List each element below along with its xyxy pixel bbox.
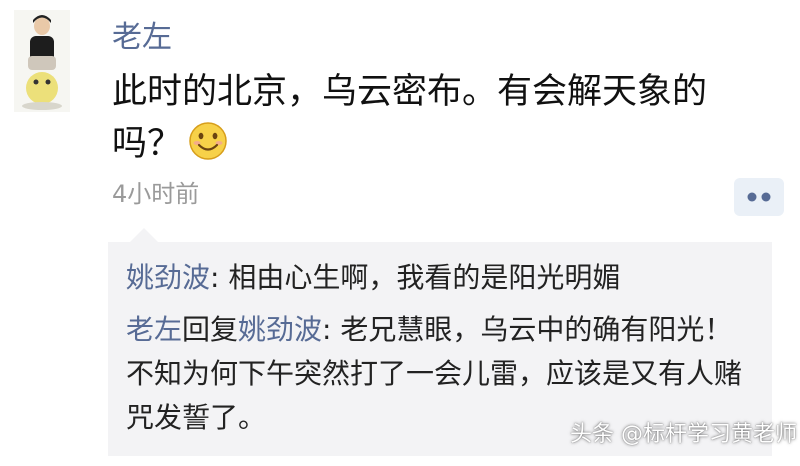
watermark: 头条 @标杆学习黄老师 [570, 422, 797, 447]
comment-separator: : [210, 261, 229, 294]
post-text: 此时的北京，乌云密布。有会解天象的吗？ [112, 66, 762, 170]
comment-button[interactable] [734, 178, 784, 216]
comment-author[interactable]: 老左 [126, 313, 182, 346]
post-author[interactable]: 老左 [112, 16, 172, 60]
avatar[interactable] [14, 10, 70, 112]
smile-emoji-icon [188, 121, 228, 161]
comment-item[interactable]: 姚劲波: 相由心生啊，我看的是阳光明媚 [126, 256, 756, 300]
comment-author[interactable]: 姚劲波 [126, 261, 210, 294]
post-time: 4小时前 [112, 180, 200, 208]
reply-to-name[interactable]: 姚劲波 [238, 313, 322, 346]
comment-text: 相由心生啊，我看的是阳光明媚 [228, 261, 621, 294]
reply-word: 回复 [182, 313, 239, 346]
comment-dots-icon [747, 192, 771, 202]
comment-separator: : [322, 313, 341, 346]
